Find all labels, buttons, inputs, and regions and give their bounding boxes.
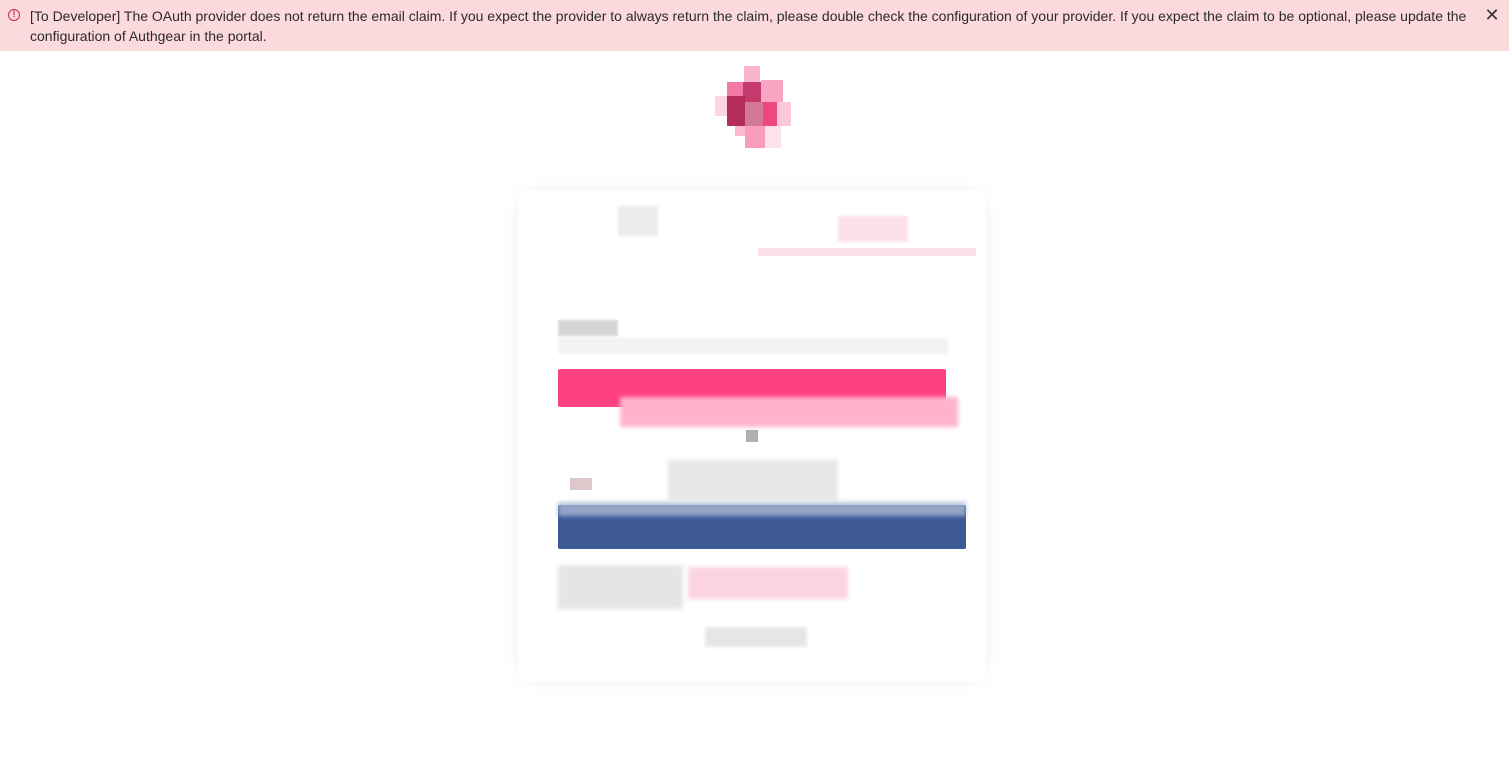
oauth-provider-icon xyxy=(570,478,592,490)
login-card xyxy=(518,190,986,682)
close-banner-button[interactable]: ✕ xyxy=(1483,5,1501,25)
separator-mark xyxy=(746,430,758,442)
secondary-text-placeholder xyxy=(558,565,683,609)
tab-signup[interactable] xyxy=(838,216,908,242)
primary-button-shadow xyxy=(620,397,958,427)
tab-login[interactable] xyxy=(618,206,658,236)
oauth-section-heading xyxy=(668,460,838,500)
app-logo xyxy=(715,66,791,148)
error-message: [To Developer] The OAuth provider does n… xyxy=(30,8,1467,44)
error-circle-icon: ! xyxy=(8,9,20,21)
error-banner: ! [To Developer] The OAuth provider does… xyxy=(0,0,1509,51)
oauth-button-highlight xyxy=(558,502,966,516)
field-label-placeholder xyxy=(558,320,618,336)
field-hint-placeholder xyxy=(558,338,948,354)
card-footer-placeholder xyxy=(705,627,807,647)
secondary-link-placeholder[interactable] xyxy=(688,567,848,599)
auth-tabs xyxy=(518,190,986,256)
tab-active-indicator xyxy=(758,248,976,256)
